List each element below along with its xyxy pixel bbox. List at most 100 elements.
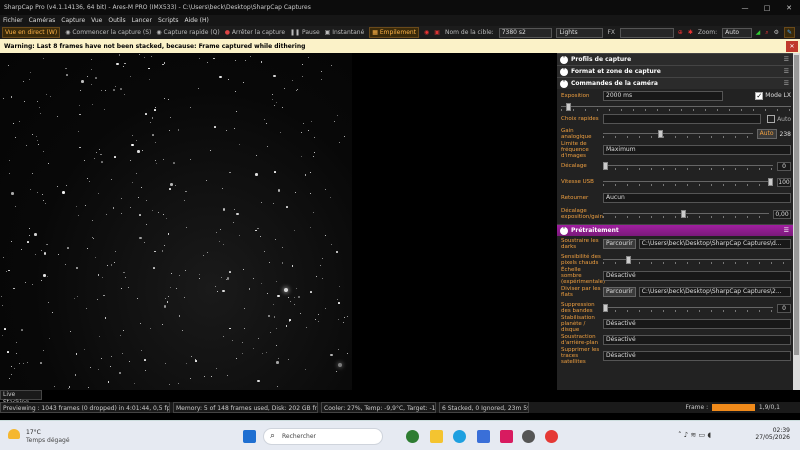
edge-icon[interactable] [453,430,466,443]
menu-icon[interactable]: ☰ [784,227,789,234]
expgain-slider[interactable] [603,210,769,218]
menu-icon[interactable]: ☰ [784,56,789,63]
histogram-icon[interactable]: ◢ [756,29,761,36]
banding-value[interactable]: 0 [777,303,791,313]
exposure-input[interactable]: 2000 ms [603,90,723,101]
minimize-button[interactable]: — [734,4,756,12]
pause-button[interactable]: ❚❚ Pause [290,29,320,36]
panel-scrollbar[interactable] [793,53,800,390]
menu-view[interactable]: Vue [91,17,102,24]
satellite-select[interactable]: Désactivé [603,351,791,361]
quick-choice-select[interactable] [603,114,762,124]
system-tray[interactable]: ˄ ♪ ≋ ▭ ◖ [678,431,711,439]
image-viewport[interactable] [0,53,555,390]
pin-icon[interactable]: ✎ [783,27,795,38]
quick-capture-button[interactable]: ◉ Capture rapide (Q) [156,29,219,36]
fx-select[interactable] [620,27,674,38]
menu-scripts[interactable]: Scripts [158,17,179,24]
darkscale-row: Échelle sombre (expérimentale) Désactivé [557,267,793,285]
offset-value[interactable]: 0 [777,161,791,171]
menu-help[interactable]: Aide (H) [185,17,209,24]
auto-exposure-checkbox[interactable] [767,115,776,123]
close-button[interactable]: ✕ [778,4,800,12]
wifi-icon[interactable]: ≋ [690,431,696,439]
menu-cameras[interactable]: Caméras [29,17,56,24]
search-box[interactable]: ⌕ Rechercher [263,428,383,445]
menu-tools[interactable]: Outils [108,17,125,24]
section-camera-controls[interactable]: ˄ Commandes de la caméra ☰ [557,77,793,89]
flats-path-select[interactable]: C:\Users\beck\Desktop\SharpCap Captures\… [638,287,791,297]
star [281,247,283,249]
volume-icon[interactable]: ◖ [707,431,711,439]
star [112,207,115,209]
store-icon[interactable] [477,430,490,443]
star [26,362,28,364]
snapshot-button[interactable]: ▣ Instantané [325,29,365,36]
menu-run[interactable]: Lancer [132,17,152,24]
target-name-input[interactable]: 7380 s2 [498,27,553,38]
stabilization-select[interactable]: Désactivé [603,319,791,329]
stabilization-label: Stabilisation planète / disque [561,315,595,333]
scrollbar-thumb[interactable] [794,55,799,355]
usb-speed-slider[interactable] [603,178,773,186]
app-icon-pink[interactable] [500,430,513,443]
expgain-value[interactable]: 0,00 [773,209,791,219]
menu-icon[interactable]: ☰ [784,80,789,87]
flats-browse-button[interactable]: Parcourir [603,287,636,297]
lx-mode-checkbox[interactable]: ✓ [755,91,764,100]
menu-capture[interactable]: Capture [61,17,85,24]
windows-start-icon[interactable] [243,430,256,443]
hotpix-slider[interactable] [603,256,791,264]
stop-capture-button[interactable]: ● Arrêter la capture [225,29,285,36]
pause-label: Pause [302,29,320,36]
section-capture-profiles[interactable]: ˅ Profils de capture ☰ [557,53,793,65]
menu-icon[interactable]: ☰ [784,68,789,75]
star [111,355,113,357]
banding-slider[interactable] [603,304,773,312]
section-format[interactable]: ˅ Format et zone de capture ☰ [557,65,793,77]
zoom-select[interactable]: Auto [722,27,752,38]
reticle-icon[interactable]: ⊕ [678,29,683,36]
battery-icon[interactable]: ▭ [699,431,706,439]
app-icon-green[interactable] [406,430,419,443]
start-capture-button[interactable]: ◉ Commencer la capture (S) [65,29,151,36]
gain-auto-button[interactable]: Auto [756,129,777,139]
chevron-down-icon: ˅ [560,67,568,76]
chevron-up-icon[interactable]: ˄ [678,431,682,439]
darkscale-select[interactable]: Désactivé [603,271,791,281]
menu-file[interactable]: Fichier [3,17,23,24]
star [139,236,142,240]
darks-path-select[interactable]: C:\Users\beck\Desktop\SharpCap Captures\… [638,239,791,249]
gain-slider[interactable] [603,130,753,138]
star [100,357,103,360]
darks-browse-button[interactable]: Parcourir [603,239,636,249]
usb-speed-value[interactable]: 100 [777,177,791,187]
highlight-icon[interactable]: ✱ [688,29,693,36]
star [235,110,237,112]
record-icon[interactable]: ◉ [424,29,429,36]
magnifier-icon[interactable]: ⌕ [765,29,768,37]
chrome-icon[interactable] [545,430,558,443]
star [150,122,152,124]
stack-button[interactable]: ▦ Empilement [369,27,420,38]
exposure-slider[interactable] [561,103,791,111]
section-processing[interactable]: ˄ Prétraitement ☰ [557,224,793,236]
flip-select[interactable]: Aucun [603,193,791,203]
clock[interactable]: 02:39 27/05/2026 [755,427,790,441]
star [8,269,10,272]
live-view-button[interactable]: Vue en direct (W) [2,27,61,38]
frame-type-select[interactable]: Lights [556,27,604,38]
speaker-icon[interactable]: ♪ [684,431,688,439]
offset-slider[interactable] [603,162,773,170]
star [217,291,219,293]
sharpcap-icon[interactable] [522,430,535,443]
maximize-button[interactable]: □ [756,4,778,12]
exposure-label: Exposition [561,92,590,99]
close-warning-icon[interactable]: ✕ [786,40,798,52]
file-explorer-icon[interactable] [430,430,443,443]
framerate-select[interactable]: Maximum [603,145,791,155]
settings-icon[interactable]: ⚙ [774,29,779,36]
live-stacking-tab[interactable]: Live Stacking [0,390,42,406]
star [324,308,326,310]
bgsub-select[interactable]: Désactivé [603,335,791,345]
